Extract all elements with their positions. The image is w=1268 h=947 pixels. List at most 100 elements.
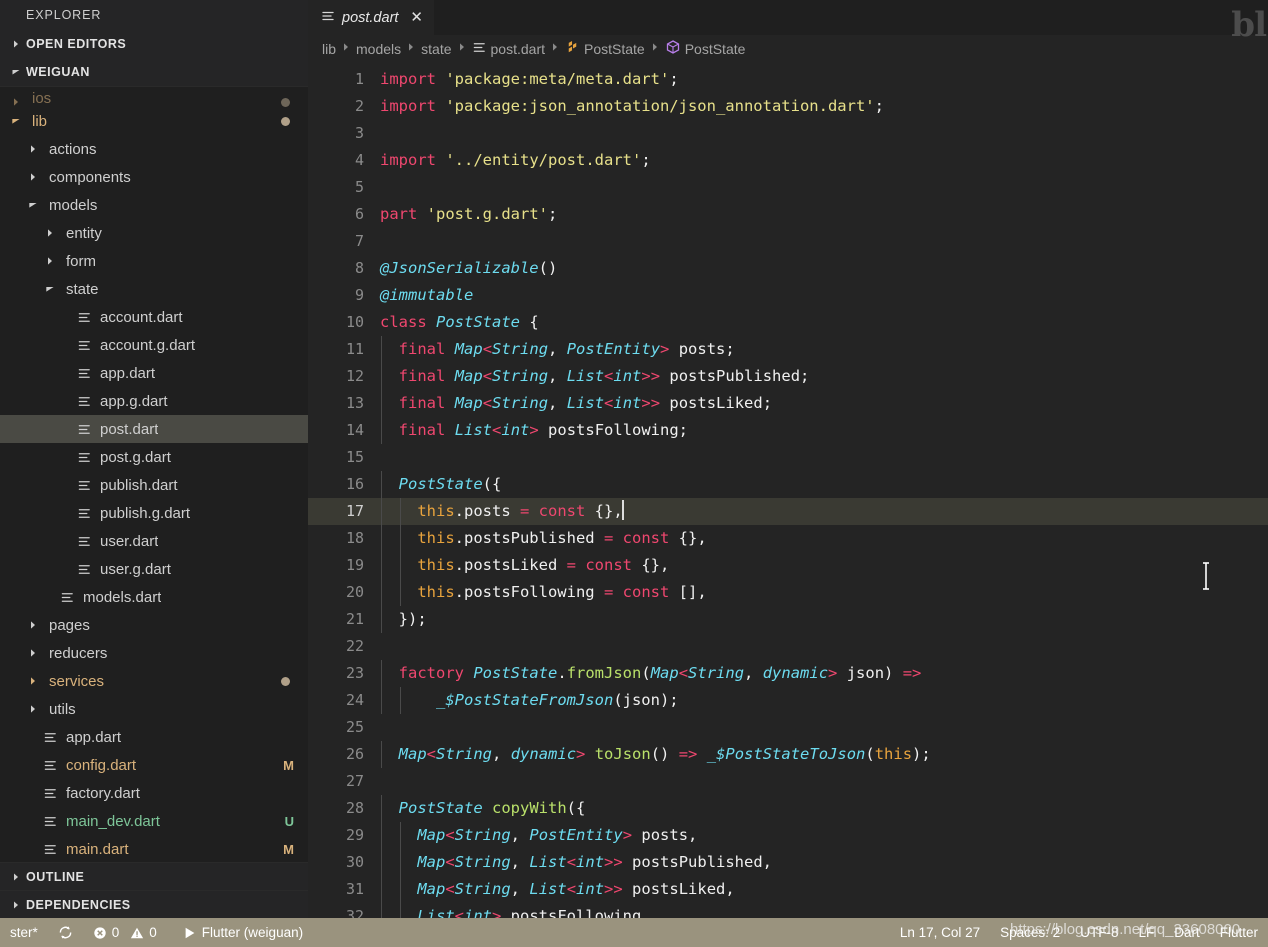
tree-file-account-dart[interactable]: account.dart bbox=[0, 303, 308, 331]
code-line[interactable]: 29 Map<String, PostEntity> posts, bbox=[308, 822, 1268, 849]
tree-file-publish-dart[interactable]: publish.dart bbox=[0, 471, 308, 499]
chevron-right-icon[interactable] bbox=[42, 228, 58, 238]
tree-file-user-g-dart[interactable]: user.g.dart bbox=[0, 555, 308, 583]
tree-folder-state[interactable]: state bbox=[0, 275, 308, 303]
chevron-right-icon[interactable] bbox=[42, 256, 58, 266]
code-line[interactable]: 27 bbox=[308, 768, 1268, 795]
chevron-down-icon[interactable] bbox=[42, 284, 58, 294]
tree-file-factory-dart[interactable]: factory.dart bbox=[0, 779, 308, 807]
breadcrumb-item-post-dart[interactable]: post.dart bbox=[472, 40, 545, 58]
tree-file-account-g-dart[interactable]: account.g.dart bbox=[0, 331, 308, 359]
code-line[interactable]: 18 this.postsPublished = const {}, bbox=[308, 525, 1268, 552]
tree-folder-actions[interactable]: actions bbox=[0, 135, 308, 163]
tree-file-app-dart[interactable]: app.dart bbox=[0, 359, 308, 387]
chevron-right-icon[interactable] bbox=[25, 704, 41, 714]
code-line[interactable]: 30 Map<String, List<int>> postsPublished… bbox=[308, 849, 1268, 876]
code-line[interactable]: 8 @JsonSerializable() bbox=[308, 255, 1268, 282]
code-token: ; bbox=[641, 151, 651, 169]
code-line[interactable]: 17 this.posts = const {}, bbox=[308, 498, 1268, 525]
breadcrumb-item-poststate[interactable]: PostState bbox=[665, 39, 745, 58]
section-dependencies[interactable]: DEPENDENCIES bbox=[0, 890, 308, 918]
code-editor[interactable]: 1 import 'package:meta/meta.dart'; 2 import… bbox=[308, 62, 1268, 918]
breadcrumb-item-models[interactable]: models bbox=[356, 41, 401, 57]
code-token: = bbox=[603, 583, 614, 601]
section-outline[interactable]: OUTLINE bbox=[0, 862, 308, 890]
tree-file-models-dart[interactable]: models.dart bbox=[0, 583, 308, 611]
code-line[interactable]: 26 Map<String, dynamic> toJson() => _$Po… bbox=[308, 741, 1268, 768]
tree-file-main-dart[interactable]: main.dart M bbox=[0, 835, 308, 862]
code-line[interactable]: 12 final Map<String, List<int>> postsPub… bbox=[308, 363, 1268, 390]
breadcrumb-item-lib[interactable]: lib bbox=[322, 41, 336, 57]
section-weiguan[interactable]: WEIGUAN bbox=[0, 58, 308, 86]
chevron-right-icon[interactable] bbox=[25, 676, 41, 686]
tree-file-user-dart[interactable]: user.dart bbox=[0, 527, 308, 555]
code-line[interactable]: 25 bbox=[308, 714, 1268, 741]
status-cursor-position[interactable]: Ln 17, Col 27 bbox=[890, 918, 990, 947]
tree-folder-entity[interactable]: entity bbox=[0, 219, 308, 247]
close-icon[interactable]: ✕ bbox=[410, 10, 423, 25]
tree-folder-utils[interactable]: utils bbox=[0, 695, 308, 723]
tree-folder-components[interactable]: components bbox=[0, 163, 308, 191]
tree-file-app-g-dart[interactable]: app.g.dart bbox=[0, 387, 308, 415]
code-line[interactable]: 16 PostState({ bbox=[308, 471, 1268, 498]
tree-folder-pages[interactable]: pages bbox=[0, 611, 308, 639]
chevron-right-icon[interactable] bbox=[25, 172, 41, 182]
breadcrumb[interactable]: lib models state post.dart PostState PostStat… bbox=[308, 35, 1268, 62]
code-line[interactable]: 20 this.postsFollowing = const [], bbox=[308, 579, 1268, 606]
file-tree[interactable]: ios lib actions components models entity form s… bbox=[0, 86, 308, 862]
chevron-down-icon[interactable] bbox=[8, 116, 24, 126]
tree-file-main-dev-dart[interactable]: main_dev.dart U bbox=[0, 807, 308, 835]
code-line[interactable]: 2 import 'package:json_annotation/json_an… bbox=[308, 93, 1268, 120]
status-problems[interactable]: 0 0 bbox=[83, 918, 167, 947]
status-run-target[interactable]: Flutter (weiguan) bbox=[167, 918, 313, 947]
code-line[interactable]: 5 bbox=[308, 174, 1268, 201]
tree-file-post-g-dart[interactable]: post.g.dart bbox=[0, 443, 308, 471]
code-line[interactable]: 7 bbox=[308, 228, 1268, 255]
code-line[interactable]: 24 _$PostStateFromJson(json); bbox=[308, 687, 1268, 714]
chevron-right-icon[interactable] bbox=[25, 648, 41, 658]
status-language-mode[interactable]: Dart bbox=[1164, 918, 1210, 947]
tree-folder-models[interactable]: models bbox=[0, 191, 308, 219]
tree-file-post-dart[interactable]: post.dart bbox=[0, 415, 308, 443]
code-line[interactable]: 9 @immutable bbox=[308, 282, 1268, 309]
status-eol[interactable]: LF bbox=[1128, 918, 1164, 947]
code-line[interactable]: 32 List<int> postsFollowing, bbox=[308, 903, 1268, 918]
status-indentation[interactable]: Spaces: 2 bbox=[990, 918, 1070, 947]
code-line[interactable]: 1 import 'package:meta/meta.dart'; bbox=[308, 66, 1268, 93]
chevron-right-icon[interactable] bbox=[25, 144, 41, 154]
breadcrumb-item-state[interactable]: state bbox=[421, 41, 451, 57]
status-branch[interactable]: ster* bbox=[0, 918, 48, 947]
tree-folder-ios[interactable]: ios bbox=[0, 87, 308, 107]
tree-folder-services[interactable]: services bbox=[0, 667, 308, 695]
code-line[interactable]: 11 final Map<String, PostEntity> posts; bbox=[308, 336, 1268, 363]
tree-folder-form[interactable]: form bbox=[0, 247, 308, 275]
code-line[interactable]: 22 bbox=[308, 633, 1268, 660]
code-line[interactable]: 23 factory PostState.fromJson(Map<String… bbox=[308, 660, 1268, 687]
tree-file-config-dart[interactable]: config.dart M bbox=[0, 751, 308, 779]
code-line[interactable]: 19 this.postsLiked = const {}, bbox=[308, 552, 1268, 579]
code-line[interactable]: 28 PostState copyWith({ bbox=[308, 795, 1268, 822]
chevron-right-icon[interactable] bbox=[8, 97, 24, 107]
chevron-right-icon[interactable] bbox=[25, 620, 41, 630]
code-line[interactable]: 21 }); bbox=[308, 606, 1268, 633]
status-encoding[interactable]: UTF-8 bbox=[1070, 918, 1128, 947]
code-line[interactable]: 15 bbox=[308, 444, 1268, 471]
section-open-editors[interactable]: OPEN EDITORS bbox=[0, 30, 308, 58]
tree-file-publish-g-dart[interactable]: publish.g.dart bbox=[0, 499, 308, 527]
code-line[interactable]: 13 final Map<String, List<int>> postsLik… bbox=[308, 390, 1268, 417]
code-line[interactable]: 31 Map<String, List<int>> postsLiked, bbox=[308, 876, 1268, 903]
tab-post-dart[interactable]: post.dart ✕ bbox=[308, 0, 434, 35]
tree-folder-lib[interactable]: lib bbox=[0, 107, 308, 135]
code-line[interactable]: 14 final List<int> postsFollowing; bbox=[308, 417, 1268, 444]
breadcrumb-item-poststate[interactable]: PostState bbox=[565, 40, 645, 58]
tree-file-app-dart[interactable]: app.dart bbox=[0, 723, 308, 751]
code-line[interactable]: 10 class PostState { bbox=[308, 309, 1268, 336]
status-flutter[interactable]: Flutter bbox=[1210, 918, 1268, 947]
chevron-down-icon[interactable] bbox=[25, 200, 41, 210]
code-line[interactable]: 3 bbox=[308, 120, 1268, 147]
status-sync[interactable] bbox=[48, 918, 83, 947]
code-line[interactable]: 6 part 'post.g.dart'; bbox=[308, 201, 1268, 228]
tree-folder-reducers[interactable]: reducers bbox=[0, 639, 308, 667]
code-line[interactable]: 4 import '../entity/post.dart'; bbox=[308, 147, 1268, 174]
